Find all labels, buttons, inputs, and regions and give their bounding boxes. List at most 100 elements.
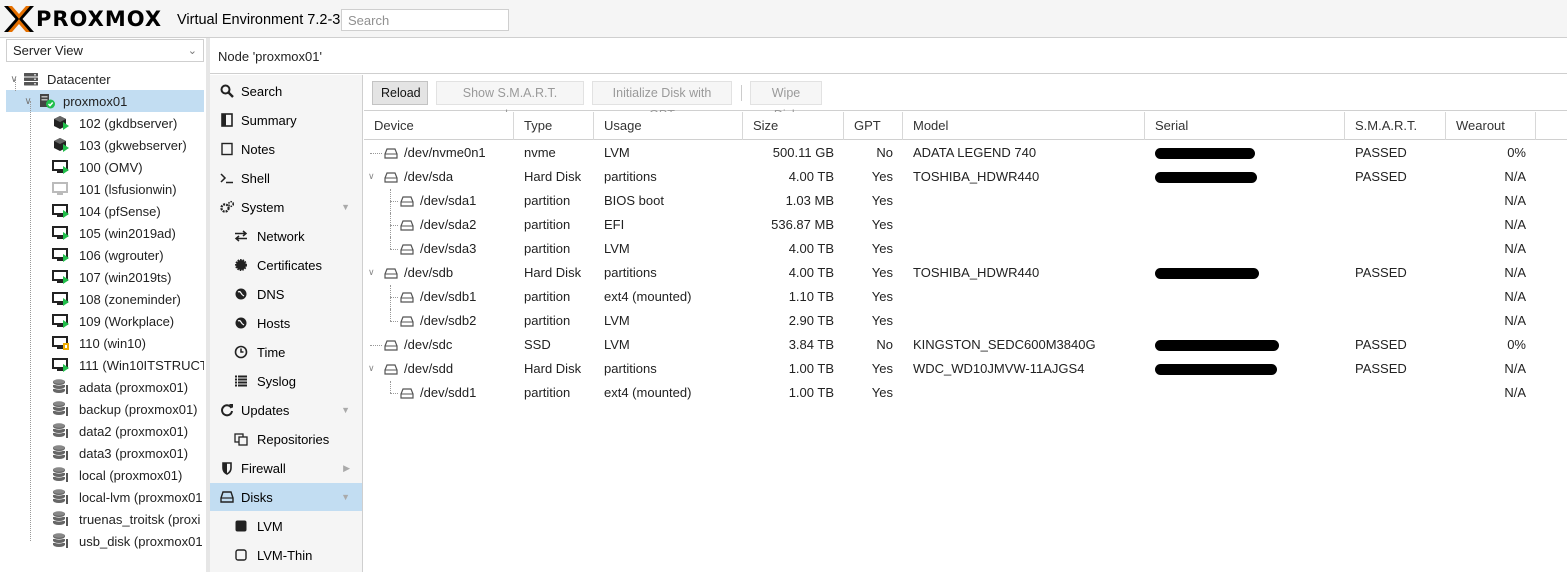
menu-item-dns[interactable]: DNS xyxy=(210,280,362,308)
menu-item-network[interactable]: Network xyxy=(210,222,362,250)
menu-item-hosts[interactable]: Hosts xyxy=(210,309,362,337)
cell-type: Hard Disk xyxy=(524,169,582,184)
menu-item-updates[interactable]: Updates ▼ xyxy=(210,396,362,424)
chevron-down-icon[interactable]: ⌄ xyxy=(188,44,197,57)
tree-node[interactable]: 110 (win10) xyxy=(6,332,204,354)
tree-node[interactable]: usb_disk (proxmox01 xyxy=(6,530,204,552)
chevron-down-icon[interactable]: ∨ xyxy=(368,363,375,374)
cell-gpt: Yes xyxy=(871,265,893,280)
table-row[interactable]: /dev/sdb1 partition ext4 (mounted) 1.10 TB Y… xyxy=(364,285,1567,309)
column-header-wearout[interactable]: Wearout xyxy=(1446,112,1536,140)
chevron-down-icon[interactable]: ∨ xyxy=(368,171,375,182)
tree-node[interactable]: local (proxmox01) xyxy=(6,464,204,486)
tree-node[interactable]: 105 (win2019ad) xyxy=(6,222,204,244)
menu-item-certificates[interactable]: Certificates xyxy=(210,251,362,279)
menu-item-firewall[interactable]: Firewall ▶ xyxy=(210,454,362,482)
chevron-down-icon[interactable]: ▼ xyxy=(341,202,350,212)
menu-item-syslog[interactable]: Syslog xyxy=(210,367,362,395)
table-row[interactable]: /dev/sdb2 partition LVM 2.90 TB Yes N/A xyxy=(364,309,1567,333)
cell-device: /dev/sdc xyxy=(404,337,453,352)
tree-node[interactable]: adata (proxmox01) xyxy=(6,376,204,398)
column-header-smart[interactable]: S.M.A.R.T. xyxy=(1345,112,1446,140)
column-header-serial[interactable]: Serial xyxy=(1145,112,1345,140)
cell-usage: partitions xyxy=(604,265,657,280)
table-row[interactable]: ∨ /dev/sdd Hard Disk partitions 1.00 TB Yes WD… xyxy=(364,357,1567,381)
column-header-gpt[interactable]: GPT xyxy=(844,112,903,140)
cell-type: partition xyxy=(524,313,571,328)
column-header-device[interactable]: Device xyxy=(364,112,514,140)
tree-node[interactable]: truenas_troitsk (proxi xyxy=(6,508,204,530)
view-select[interactable]: Server View ⌄ xyxy=(6,39,204,62)
tree-connector xyxy=(390,225,398,226)
cell-smart xyxy=(1345,213,1446,237)
storage-icon xyxy=(52,489,70,505)
tree-connector xyxy=(30,101,31,541)
cell-smart: PASSED xyxy=(1355,169,1407,184)
tree-node[interactable]: 103 (gkwebserver) xyxy=(6,134,204,156)
chevron-right-icon[interactable]: ▶ xyxy=(343,463,350,474)
chevron-down-icon[interactable]: ▼ xyxy=(341,405,350,415)
table-row[interactable]: ∨ /dev/sdb Hard Disk partitions 4.00 TB Yes TO… xyxy=(364,261,1567,285)
cell-model: ADATA LEGEND 740 xyxy=(913,145,1037,160)
table-row[interactable]: /dev/nvme0n1 nvme LVM 500.11 GB No ADATA LEGE… xyxy=(364,141,1567,165)
chevron-down-icon[interactable]: ∨ xyxy=(23,96,33,107)
tree-node[interactable]: 111 (Win10ITSTRUCT xyxy=(6,354,204,376)
menu-item-system[interactable]: System ▼ xyxy=(210,193,362,221)
node-online-icon xyxy=(38,93,56,109)
tree-node[interactable]: data2 (proxmox01) xyxy=(6,420,204,442)
tree-node[interactable]: 102 (gkdbserver) xyxy=(6,112,204,134)
tree-node[interactable]: 104 (pfSense) xyxy=(6,200,204,222)
tree-node-label: data2 (proxmox01) xyxy=(79,423,189,439)
menu-item-lvm-thin[interactable]: LVM-Thin xyxy=(210,541,362,569)
menu-item-shell[interactable]: Shell xyxy=(210,164,362,192)
table-row[interactable]: /dev/sdd1 partition ext4 (mounted) 1.00 TB Y… xyxy=(364,381,1567,405)
tree-node[interactable]: 107 (win2019ts) xyxy=(6,266,204,288)
vm-running-icon xyxy=(52,269,70,285)
column-header-type[interactable]: Type xyxy=(514,112,594,140)
cell-type: partition xyxy=(524,241,571,256)
table-row[interactable]: /dev/sda1 partition BIOS boot 1.03 MB Yes N/A xyxy=(364,189,1567,213)
menu-item-disks[interactable]: Disks ▼ xyxy=(210,483,362,511)
tree-node[interactable]: 108 (zoneminder) xyxy=(6,288,204,310)
table-row[interactable]: /dev/sdc SSD LVM 3.84 TB No KINGSTON_SEDC600M… xyxy=(364,333,1567,357)
tree-node[interactable]: 100 (OMV) xyxy=(6,156,204,178)
tree-node[interactable]: backup (proxmox01) xyxy=(6,398,204,420)
global-search-input[interactable] xyxy=(341,9,509,31)
tree-node[interactable]: 101 (lsfusionwin) xyxy=(6,178,204,200)
menu-item-notes[interactable]: Notes xyxy=(210,135,362,163)
menu-item-lvm[interactable]: LVM xyxy=(210,512,362,540)
menu-item-repositories[interactable]: Repositories xyxy=(210,425,362,453)
show-smart-button[interactable]: Show S.M.A.R.T. values xyxy=(436,81,584,122)
tree-node-label: 111 (Win10ITSTRUCT xyxy=(79,357,204,373)
table-row[interactable]: ∨ /dev/sda Hard Disk partitions 4.00 TB Yes TO… xyxy=(364,165,1567,189)
cell-usage: LVM xyxy=(604,241,630,256)
menu-item-label: Repositories xyxy=(257,431,330,447)
cell-wearout: N/A xyxy=(1504,313,1526,328)
tree-node[interactable]: 109 (Workplace) xyxy=(6,310,204,332)
menu-item-time[interactable]: Time xyxy=(210,338,362,366)
menu-item-search[interactable]: Search xyxy=(210,77,362,105)
table-row[interactable]: /dev/sda2 partition EFI 536.87 MB Yes N/A xyxy=(364,213,1567,237)
chevron-down-icon[interactable]: ∨ xyxy=(368,267,375,278)
initialize-gpt-button[interactable]: Initialize Disk with GPT xyxy=(592,81,732,122)
chevron-down-icon[interactable]: ▼ xyxy=(341,492,350,502)
menu-item-summary[interactable]: Summary xyxy=(210,106,362,134)
tree-node[interactable]: ∨ proxmox01 xyxy=(6,90,204,112)
tree-node[interactable]: data3 (proxmox01) xyxy=(6,442,204,464)
tree-connector xyxy=(370,153,382,154)
column-header-model[interactable]: Model xyxy=(903,112,1145,140)
table-row[interactable]: /dev/sda3 partition LVM 4.00 TB Yes N/A xyxy=(364,237,1567,261)
cell-smart: PASSED xyxy=(1355,337,1407,352)
column-header-size[interactable]: Size xyxy=(743,112,844,140)
menu-item-label: Syslog xyxy=(257,373,297,389)
column-header-usage[interactable]: Usage xyxy=(594,112,743,140)
reload-button[interactable]: Reload xyxy=(372,81,428,105)
tree-node[interactable]: 106 (wgrouter) xyxy=(6,244,204,266)
chevron-down-icon[interactable]: ∨ xyxy=(9,74,19,85)
tree-node[interactable]: local-lvm (proxmox01 xyxy=(6,486,204,508)
disks-grid-header: Device Type Usage Size GPT Model Serial S.M.A.R… xyxy=(364,112,1567,140)
cell-wearout: N/A xyxy=(1504,217,1526,232)
wipe-disk-button[interactable]: Wipe Disk xyxy=(750,81,822,122)
proxmox-logo[interactable]: PROXMOX xyxy=(4,6,162,32)
tree-node[interactable]: ∨ Datacenter xyxy=(6,68,204,90)
